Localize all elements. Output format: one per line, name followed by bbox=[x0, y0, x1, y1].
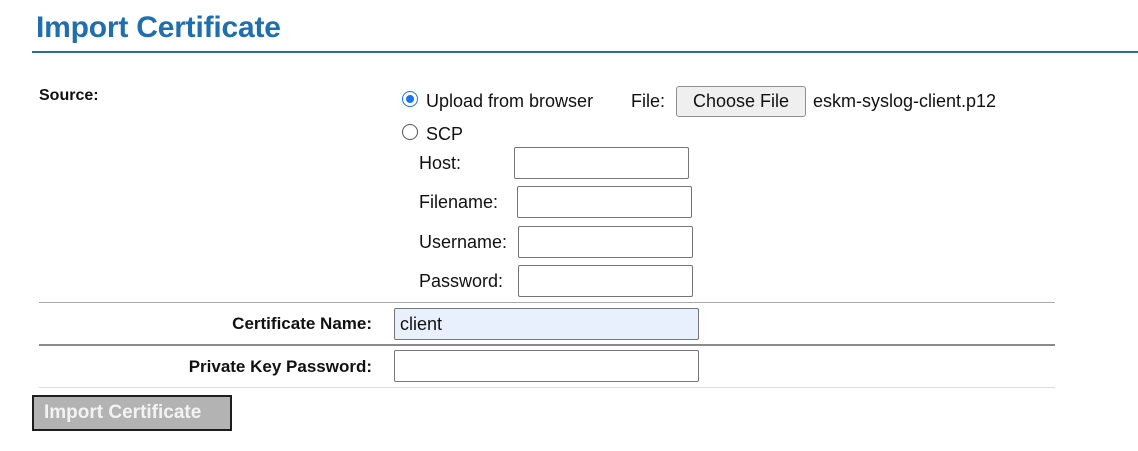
row-divider bbox=[39, 387, 1055, 388]
username-label: Username: bbox=[419, 232, 508, 252]
private-key-password-input[interactable] bbox=[394, 350, 699, 382]
title-divider bbox=[32, 51, 1138, 53]
row-divider bbox=[39, 302, 1055, 303]
filename-input[interactable] bbox=[517, 186, 692, 218]
scp-label: SCP bbox=[426, 124, 464, 144]
filename-label: Filename: bbox=[419, 192, 499, 212]
chosen-file-name: eskm-syslog-client.p12 bbox=[813, 91, 997, 111]
choose-file-button[interactable]: Choose File bbox=[676, 86, 806, 117]
upload-from-browser-label: Upload from browser bbox=[426, 91, 594, 111]
row-divider bbox=[39, 344, 1055, 346]
import-certificate-button[interactable]: Import Certificate bbox=[32, 395, 232, 431]
file-label: File: bbox=[631, 91, 666, 111]
host-input[interactable] bbox=[514, 147, 689, 179]
username-input[interactable] bbox=[518, 226, 693, 258]
password-input[interactable] bbox=[518, 265, 693, 297]
certificate-name-label: Certificate Name: bbox=[232, 314, 372, 333]
page-title: Import Certificate bbox=[36, 11, 281, 44]
password-label: Password: bbox=[419, 271, 504, 291]
private-key-password-label: Private Key Password: bbox=[188, 357, 372, 376]
certificate-name-input[interactable]: client bbox=[394, 308, 699, 340]
radio-scp[interactable] bbox=[402, 124, 418, 140]
source-label: Source: bbox=[39, 87, 99, 104]
radio-upload-from-browser[interactable] bbox=[402, 91, 418, 107]
host-label: Host: bbox=[419, 153, 462, 173]
